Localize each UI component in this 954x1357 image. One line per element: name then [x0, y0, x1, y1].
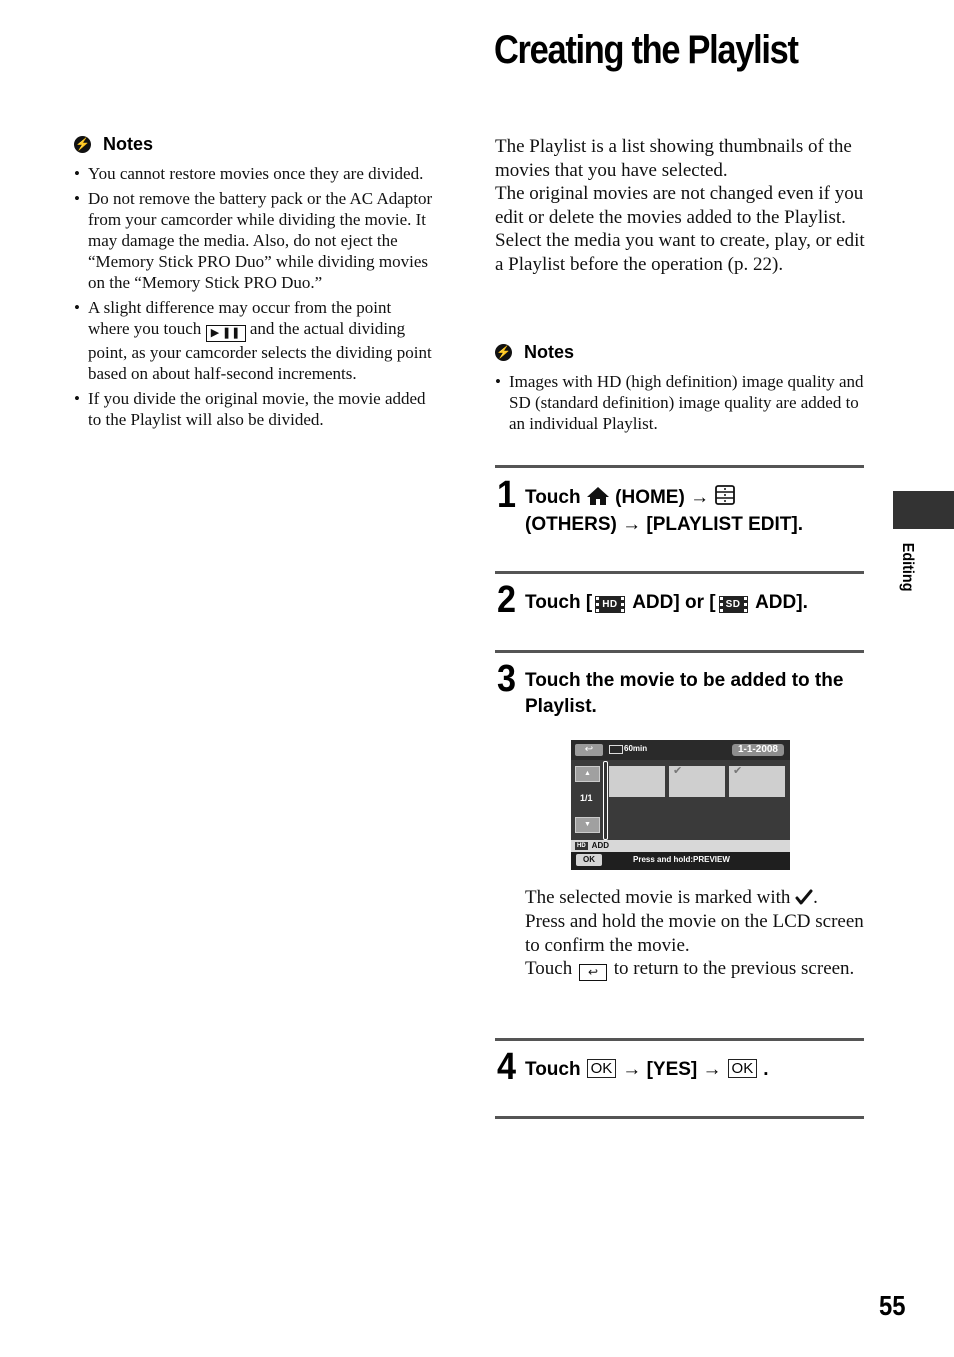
battery-remaining: 60min [624, 744, 648, 753]
step-number: 4 [497, 1046, 517, 1088]
preview-hint: Press and hold:PREVIEW [633, 855, 730, 864]
page-number: 55 [879, 1290, 906, 1321]
scroll-up-button[interactable]: ▲ [575, 766, 600, 782]
left-notes-heading: ⚡ Notes [74, 134, 153, 155]
divider [495, 465, 864, 468]
right-notes-list: Images with HD (high definition) image q… [495, 371, 865, 438]
period: . [813, 887, 818, 908]
notes-label: Notes [524, 342, 575, 362]
period: . [763, 1059, 769, 1080]
step-instruction: Touch [HD ADD] or [SD ADD]. [525, 589, 865, 616]
lcd-screen-illustration: ↩ 60min 1-1-2008 ▲ 1/1 ▼ ✔ ✔ HD ADD OK Pr… [571, 740, 790, 870]
others-label: (OTHERS) [525, 514, 617, 535]
arrow: → [702, 1059, 722, 1080]
movie-thumbnail[interactable]: ✔ [729, 765, 785, 797]
step-number: 2 [497, 579, 517, 621]
desc-text: The selected movie is marked with [525, 887, 791, 908]
intro-paragraph: The original movies are not changed even… [495, 183, 864, 228]
step-instruction: Touch OK → [YES] → OK. [525, 1056, 865, 1083]
intro-paragraph: The Playlist is a list showing thumbnail… [495, 136, 852, 181]
touch-label: Touch [525, 487, 581, 508]
arrow: → [622, 1059, 642, 1080]
hd-icon: HD [595, 596, 625, 613]
sd-icon: SD [718, 596, 748, 613]
date-display: 1-1-2008 [731, 744, 784, 756]
note-item: Do not remove the battery pack or the AC… [74, 188, 436, 293]
step-instruction: Touch (HOME) → (OTHERS) → [PLAYLIST EDIT… [525, 484, 865, 538]
return-button[interactable]: ↩ [575, 744, 603, 756]
scroll-down-button[interactable]: ▼ [575, 817, 600, 833]
note-item: You cannot restore movies once they are … [74, 163, 436, 184]
desc-text: Press and hold the movie on the LCD scre… [525, 910, 864, 956]
section-tab-label: Editing [899, 542, 916, 592]
touch-label: Touch [525, 1059, 581, 1080]
step-number: 1 [497, 474, 517, 516]
home-icon [586, 487, 609, 505]
movie-thumbnail[interactable] [609, 766, 665, 797]
step-instruction: Touch the movie to be added to the Playl… [525, 670, 844, 717]
hd-add-label: ADD] or [ [627, 592, 716, 613]
arrow: → [622, 514, 642, 535]
check-icon: ✔ [673, 765, 683, 777]
ok-icon: OK [586, 1059, 617, 1078]
ok-icon: OK [727, 1059, 758, 1078]
left-notes-list: You cannot restore movies once they are … [74, 163, 436, 434]
playlist-edit-label: [PLAYLIST EDIT]. [646, 514, 803, 535]
page-title: Creating the Playlist [494, 28, 799, 72]
home-label: (HOME) [615, 487, 685, 508]
scrollbar[interactable] [603, 761, 608, 840]
touch-label: Touch [ [525, 592, 593, 613]
caution-icon: ⚡ [495, 344, 512, 361]
sd-add-label: ADD]. [750, 592, 808, 613]
desc-text: to return to the previous screen. [613, 958, 855, 980]
mode-bar: HD ADD [571, 840, 790, 852]
intro-paragraph: Select the media you want to create, pla… [495, 230, 865, 275]
return-icon: ↩ [578, 964, 607, 982]
note-item: A slight difference may occur from the p… [74, 297, 436, 384]
step-number: 3 [497, 658, 517, 700]
note-item: Images with HD (high definition) image q… [495, 371, 865, 434]
desc-text: Touch [525, 958, 573, 980]
notes-label: Notes [103, 134, 154, 154]
play-pause-icon: ▶ ❚❚ [205, 325, 246, 342]
note-item: If you divide the original movie, the mo… [74, 388, 436, 430]
section-tab-marker [893, 491, 954, 529]
divider [495, 1038, 864, 1041]
movie-thumbnail[interactable]: ✔ [669, 765, 725, 797]
lcd-bottom-bar: OK Press and hold:PREVIEW [571, 852, 790, 870]
step-3-description: The selected movie is marked with . Pres… [525, 886, 865, 982]
page-indicator: 1/1 [580, 793, 593, 803]
others-icon [715, 485, 736, 505]
intro-text: The Playlist is a list showing thumbnail… [495, 135, 867, 276]
divider [495, 650, 864, 653]
divider [495, 571, 864, 574]
arrow: → [690, 487, 710, 508]
check-icon: ✔ [733, 765, 743, 777]
hd-icon: HD [575, 842, 588, 850]
mode-label: ADD [591, 841, 610, 850]
checkmark-icon [795, 889, 813, 905]
ok-button[interactable]: OK [576, 854, 602, 866]
yes-label: [YES] [646, 1059, 698, 1080]
battery-icon [609, 745, 623, 754]
caution-icon: ⚡ [74, 136, 91, 153]
right-notes-heading: ⚡ Notes [495, 342, 574, 363]
divider [495, 1116, 864, 1119]
